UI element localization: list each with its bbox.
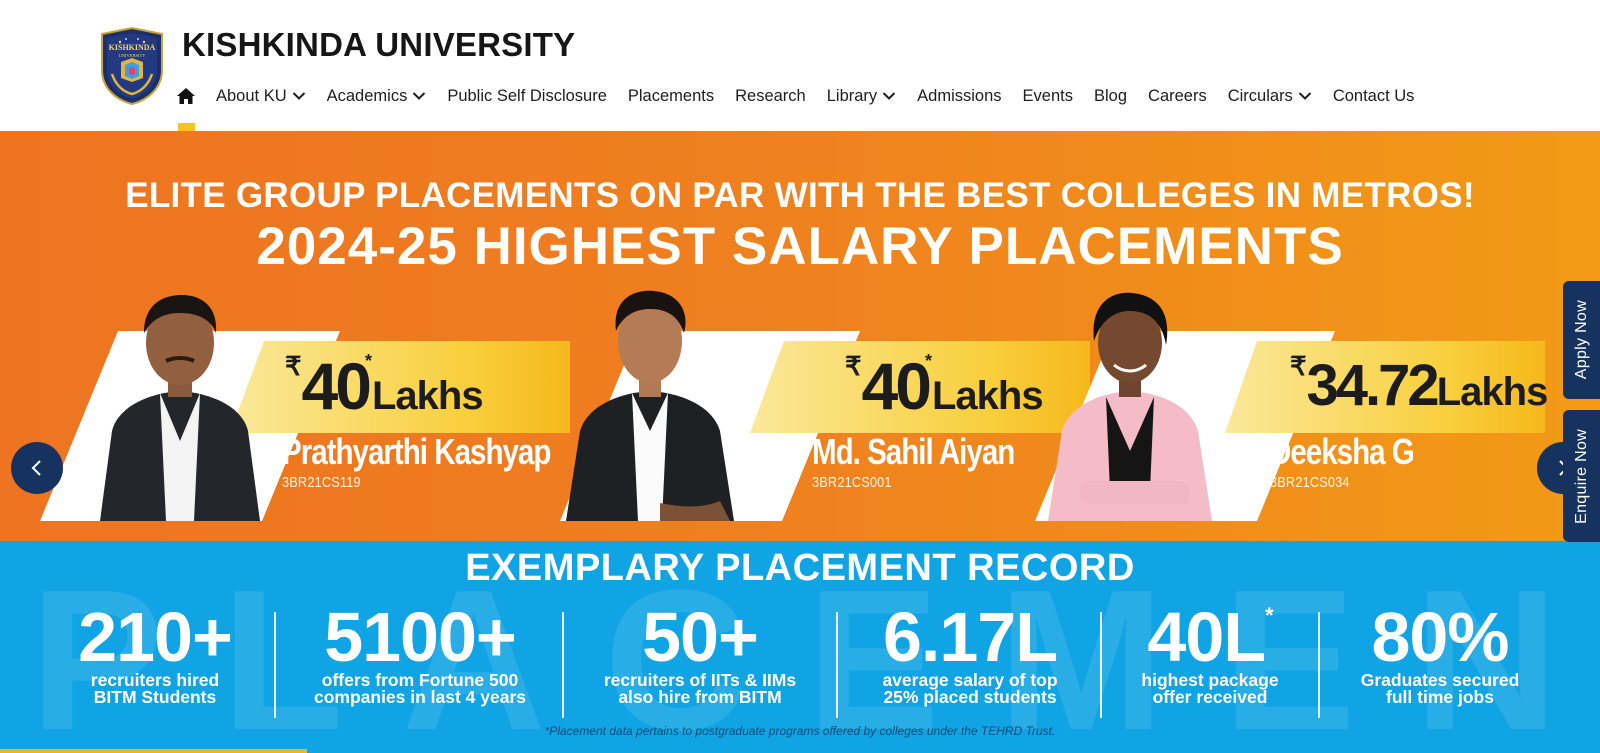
stat-item: 50+ recruiters of IITs & IIMs also hire … [580, 601, 820, 707]
rupee-symbol: ₹ [845, 351, 862, 381]
stat-divider [1318, 612, 1320, 718]
stat-item: 210+ recruiters hired BITM Students [60, 601, 250, 707]
placement-card: ₹40* Lakhs Prathyarthi Kashyap 3BR21CS119 [0, 295, 570, 521]
asterisk: * [1265, 603, 1274, 628]
apply-now-tab[interactable]: Apply Now [1563, 281, 1600, 399]
apply-now-label: Apply Now [1572, 300, 1590, 380]
stat-item: 6.17L average salary of top 25% placed s… [855, 601, 1085, 707]
student-photo [1040, 281, 1220, 521]
student-name: Md. Sahil Aiyan [812, 431, 1015, 472]
chevron-down-icon [413, 92, 426, 100]
salary-value: 40 [861, 349, 932, 423]
stat-value: 80% [1371, 598, 1509, 676]
salary-amount: ₹40* Lakhs [285, 349, 484, 423]
stat-divider [1100, 612, 1102, 718]
stat-value-text: 40L [1147, 598, 1266, 676]
stat-label: 25% placed students [883, 687, 1057, 707]
salary-amount: ₹34.72Lakhs [1290, 351, 1549, 421]
salary-unit: Lakhs [1436, 370, 1549, 414]
stat-item: 80% Graduates secured full time jobs [1335, 601, 1545, 707]
nav-academics[interactable]: Academics [327, 87, 427, 106]
nav-blog[interactable]: Blog [1094, 87, 1127, 106]
nav-label: Research [735, 86, 806, 105]
nav-label: About KU [216, 86, 287, 105]
active-nav-indicator [178, 123, 195, 131]
stat-label: BITM Students [93, 687, 217, 707]
slider-prev-button[interactable] [11, 442, 63, 494]
student-name: Prathyarthi Kashyap [282, 431, 551, 472]
student-photo [90, 281, 270, 521]
chevron-down-icon [882, 92, 896, 100]
stat-item: 5100+ offers from Fortune 500 companies … [290, 601, 550, 707]
student-usn: 3BR21CS119 [282, 474, 361, 491]
placement-card: ₹34.72Lakhs Deeksha G 3BR21CS034 [995, 292, 1548, 521]
nav-label: Academics [326, 86, 408, 105]
stat-value: 50+ [642, 598, 759, 676]
stat-item: 40L* highest package offer received [1115, 601, 1305, 707]
stat-label: offer received [1152, 687, 1268, 707]
placement-disclaimer: *Placement data pertains to postgraduate… [544, 724, 1056, 738]
chevron-left-icon [31, 460, 41, 476]
student-usn: 3BR21CS034 [1270, 474, 1350, 491]
stat-value: 210+ [78, 598, 233, 676]
site-header: KISHKINDA UNIVERSITY KISHKINDA UNIVERSIT… [0, 0, 1600, 131]
nav-label: Circulars [1227, 86, 1293, 105]
stats-title: EXEMPLARY PLACEMENT RECORD [465, 547, 1135, 589]
nav-label: Contact Us [1332, 86, 1415, 105]
enquire-now-tab[interactable]: Enquire Now [1563, 410, 1600, 542]
nav-events[interactable]: Events [1023, 87, 1073, 106]
stat-divider [274, 612, 276, 718]
nav-admissions[interactable]: Admissions [917, 87, 1001, 106]
chevron-down-icon [292, 92, 305, 100]
asterisk: * [924, 351, 932, 371]
stat-divider [562, 612, 564, 718]
nav-label: Blog [1094, 86, 1128, 105]
stat-label: full time jobs [1386, 687, 1494, 707]
salary-value: 34.72 [1306, 353, 1440, 418]
stat-value: 40L* [1115, 601, 1305, 673]
accent-strip [0, 749, 307, 753]
nav-label: Events [1022, 86, 1073, 105]
chevron-down-icon [1298, 92, 1312, 100]
nav-research[interactable]: Research [735, 87, 806, 106]
stat-divider [836, 612, 838, 718]
svg-text:KISHKINDA: KISHKINDA [109, 43, 156, 52]
nav-public-self-disclosure[interactable]: Public Self Disclosure [447, 87, 607, 106]
hero-slider[interactable]: ELITE GROUP PLACEMENTS ON PAR WITH THE B… [0, 131, 1600, 541]
student-name: Deeksha G [1270, 431, 1415, 472]
stat-value: 5100+ [324, 598, 517, 676]
nav-contact-us[interactable]: Contact Us [1333, 87, 1415, 106]
nav-about-ku[interactable]: About KU [216, 87, 306, 106]
nav-careers[interactable]: Careers [1148, 87, 1207, 106]
stat-label: companies in last 4 years [313, 687, 527, 707]
stat-label: also hire from BITM [618, 687, 782, 707]
hero-subtitle: ELITE GROUP PLACEMENTS ON PAR WITH THE B… [125, 176, 1475, 215]
university-logo[interactable]: KISHKINDA UNIVERSITY [96, 26, 168, 106]
rupee-symbol: ₹ [285, 351, 302, 381]
salary-unit: Lakhs [371, 374, 484, 418]
nav-label: Library [826, 86, 878, 105]
nav-placements[interactable]: Placements [628, 87, 714, 106]
nav-library[interactable]: Library [827, 87, 896, 106]
nav-label: Placements [627, 86, 715, 105]
nav-label: Public Self Disclosure [447, 86, 607, 105]
placement-stats: PLACEMENT EXEMPLARY PLACEMENT RECORD 210… [0, 541, 1600, 753]
student-photo [560, 281, 740, 521]
rupee-symbol: ₹ [1290, 351, 1307, 381]
university-name[interactable]: KISHKINDA UNIVERSITY [182, 26, 575, 64]
nav-circulars[interactable]: Circulars [1228, 87, 1312, 106]
salary-value: 40 [301, 349, 372, 423]
home-icon[interactable] [176, 86, 196, 106]
stat-value: 6.17L [883, 598, 1058, 676]
hero-title: 2024-25 HIGHEST SALARY PLACEMENTS [256, 217, 1344, 276]
nav-label: Careers [1148, 86, 1207, 105]
svg-text:UNIVERSITY: UNIVERSITY [119, 53, 147, 58]
main-nav: About KU Academics Public Self Disclosur… [176, 82, 1414, 110]
student-usn: 3BR21CS001 [812, 474, 892, 491]
asterisk: * [364, 351, 372, 371]
enquire-now-label: Enquire Now [1572, 428, 1590, 524]
nav-label: Admissions [917, 86, 1002, 105]
